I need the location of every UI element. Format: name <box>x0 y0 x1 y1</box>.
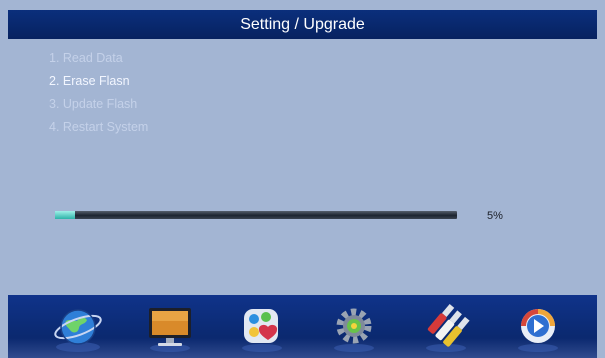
upgrade-steps-list: 1. Read Data 2. Erase Flasn 3. Update Fl… <box>49 50 148 142</box>
play-button-icon[interactable] <box>512 303 564 353</box>
media-balls-icon[interactable] <box>236 303 288 353</box>
page-title: Setting / Upgrade <box>240 16 365 33</box>
step-update-flash: 3. Update Flash <box>49 97 138 111</box>
step-erase-flash: 2. Erase Flasn <box>49 74 130 88</box>
step-restart-system: 4. Restart System <box>49 120 149 134</box>
upgrade-progress-bar <box>55 211 457 219</box>
tv-monitor-icon[interactable] <box>144 303 196 353</box>
globe-network-icon[interactable] <box>52 303 104 353</box>
bottom-dock <box>8 295 597 358</box>
av-cables-icon[interactable] <box>420 303 472 353</box>
settings-gear-icon[interactable] <box>328 303 380 353</box>
title-bar: Setting / Upgrade <box>8 10 597 39</box>
progress-percent: 5% <box>487 210 503 222</box>
progress-fill <box>55 211 76 219</box>
step-read-data: 1. Read Data <box>49 51 123 65</box>
